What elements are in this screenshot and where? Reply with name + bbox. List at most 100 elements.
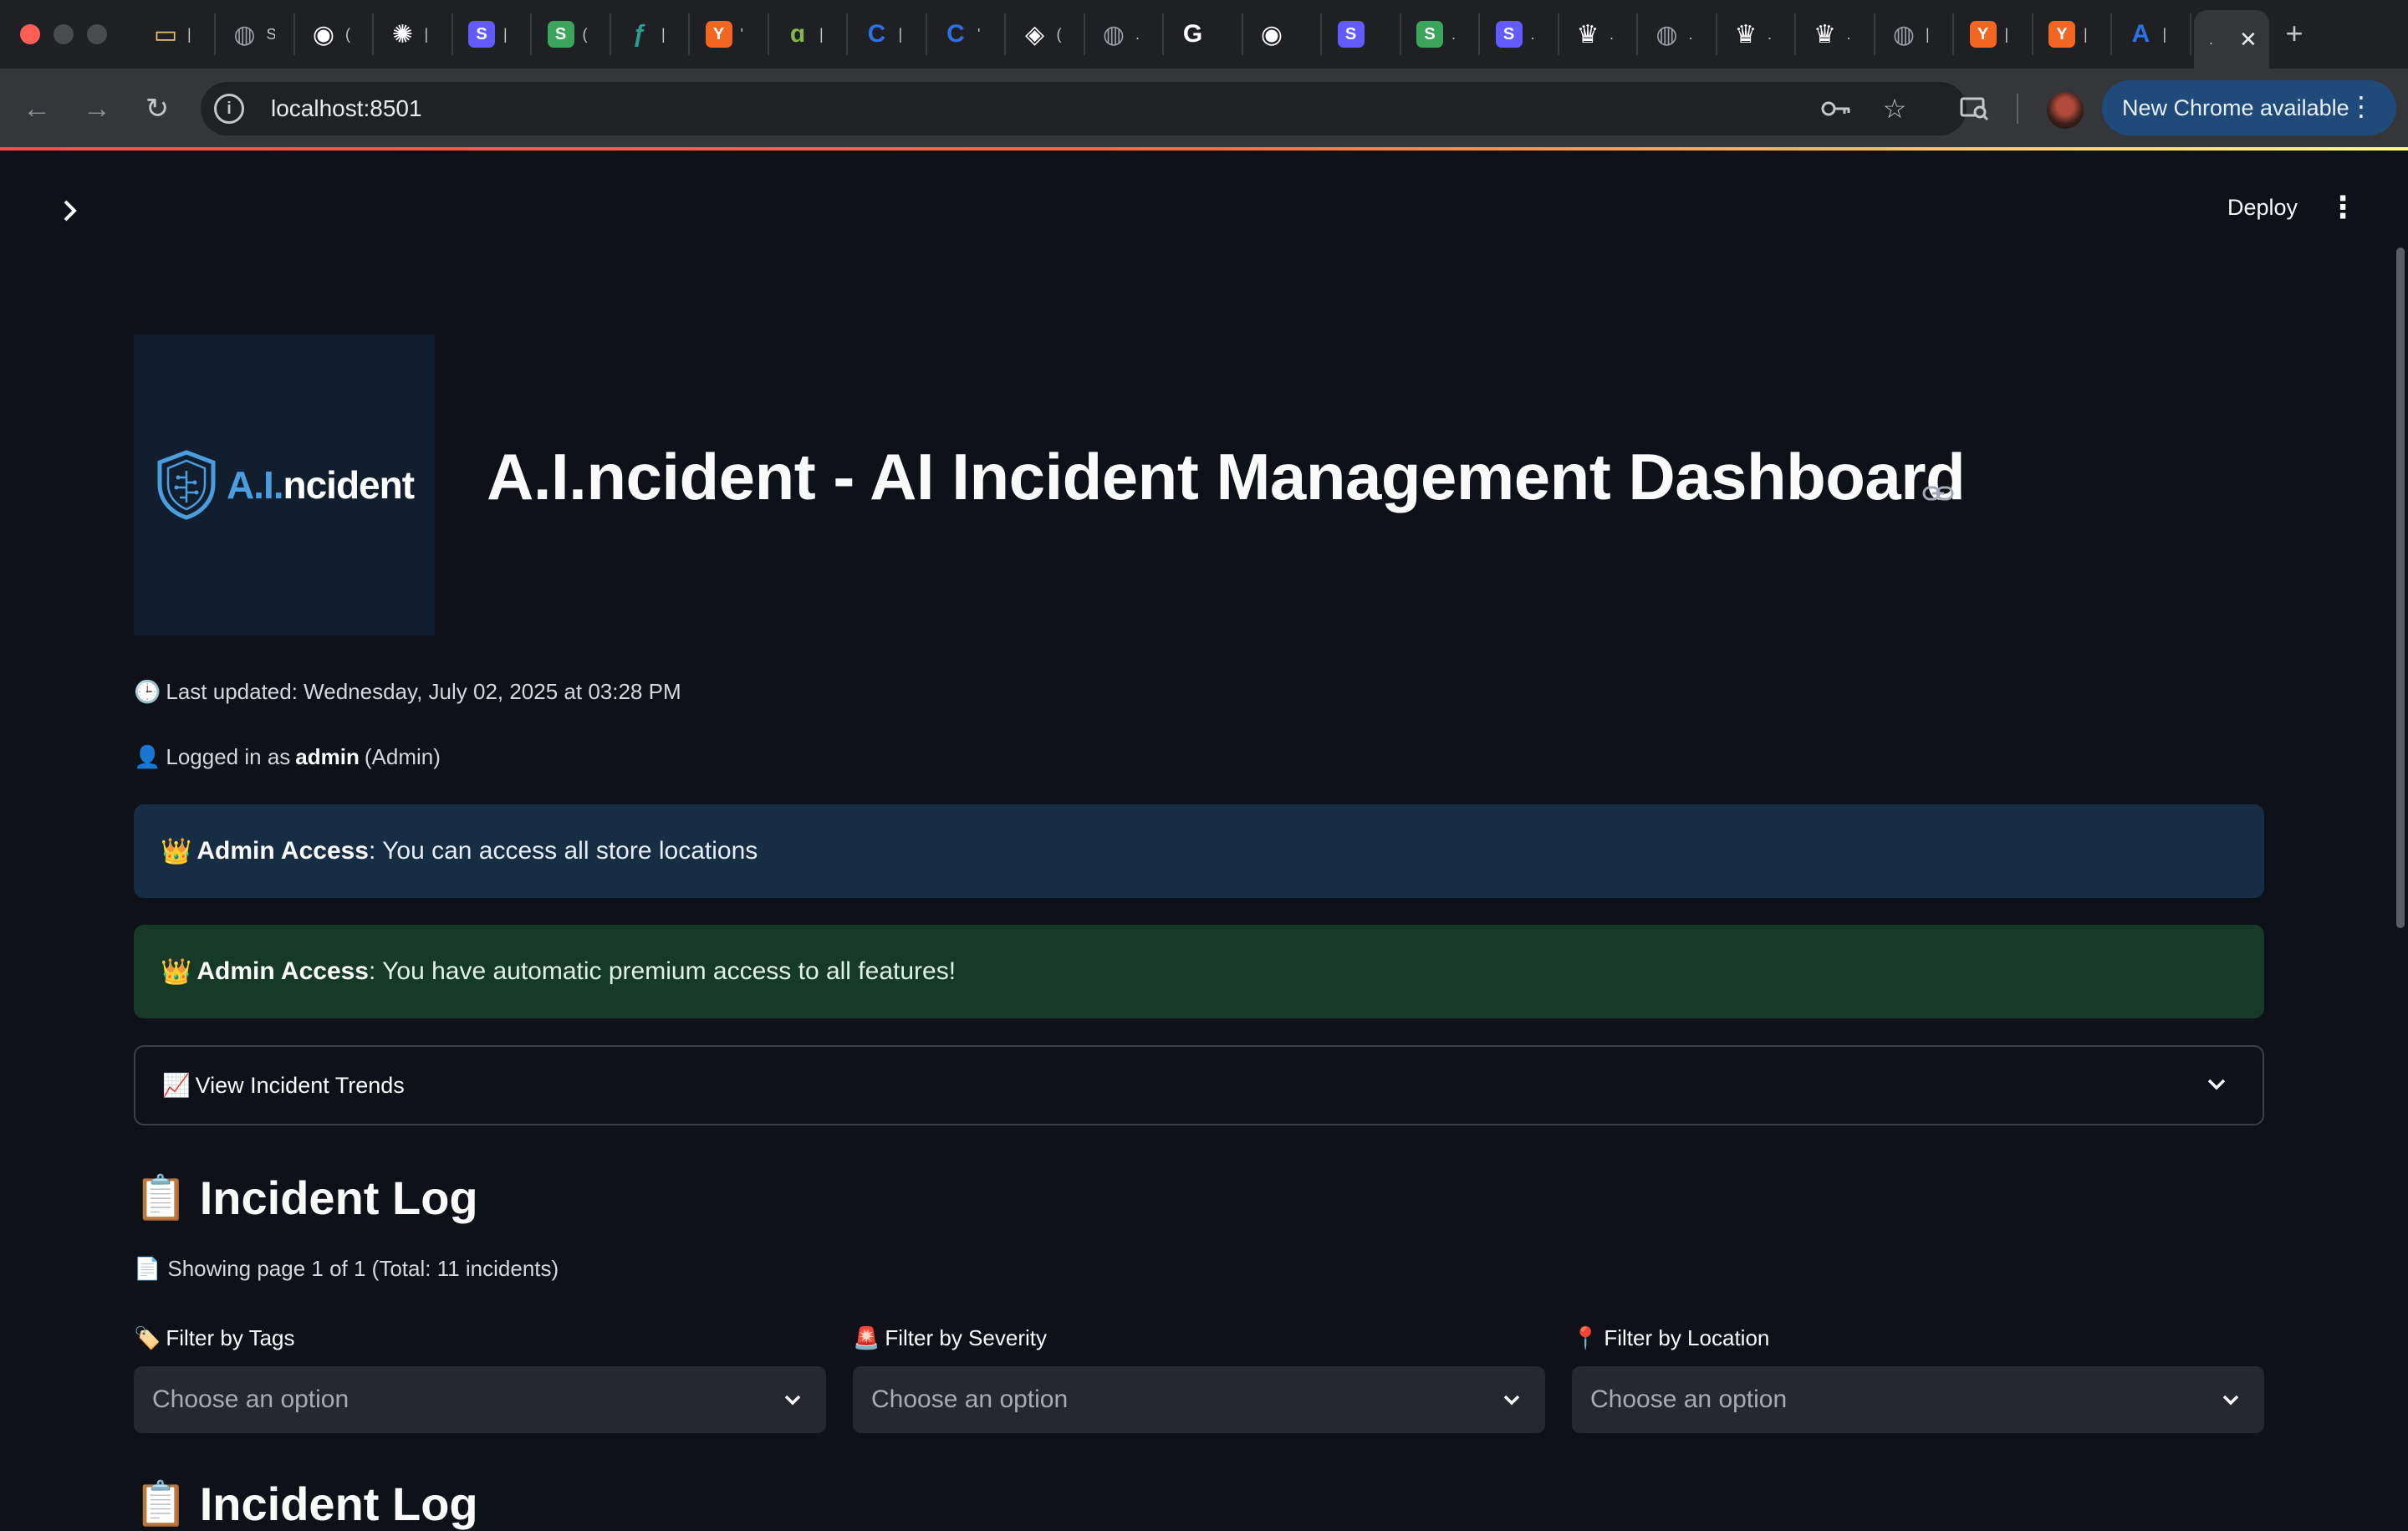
browser-tab-title: . (1530, 25, 1535, 43)
browser-tab[interactable]: ✺ | (375, 13, 453, 55)
feather-icon: ƒ (632, 20, 647, 48)
profile-avatar[interactable] (2047, 92, 2084, 129)
browser-tab[interactable]: ◈( (1007, 13, 1085, 55)
sidebar-expand-icon[interactable] (54, 194, 87, 227)
browser-tab[interactable]: ♛. (1559, 13, 1638, 55)
browser-tab[interactable]: ◍. (1085, 13, 1164, 55)
browser-tab[interactable]: C ' (927, 13, 1006, 55)
openai-icon: ✺ (391, 20, 414, 48)
browser-tab[interactable]: ◍. (1639, 13, 1717, 55)
filter-location-placeholder: Choose an option (1590, 1386, 1788, 1413)
siren-icon: 🚨 (853, 1324, 880, 1350)
chevron-down-icon (2222, 1395, 2239, 1406)
browser-tab-strip: ▭ | ◍ S ◉(✺ | S | S(ƒ | Y ' ɑ | C | C ' ◈(◍. G ◉ S S. S. ♛. ◍. ♛. ♛… (0, 0, 2408, 69)
browser-tab[interactable]: ɑ | (769, 13, 848, 55)
last-updated-line: 🕒 Last updated: Wednesday, July 02, 2025… (134, 679, 681, 705)
new-chrome-available-button[interactable]: New Chrome available ⋮ (2102, 80, 2396, 135)
site-info-icon[interactable]: i (214, 94, 244, 124)
y-combinator-icon: Y (705, 21, 732, 48)
globe-icon: ◍ (233, 20, 256, 48)
browser-tab-title: . (1135, 25, 1140, 43)
minimize-window-button[interactable] (54, 24, 74, 44)
browser-tab-title: ' (740, 25, 743, 43)
github-icon: ◉ (1260, 20, 1283, 48)
browser-tab[interactable]: ◍ | (1875, 13, 1954, 55)
admin-premium-alert: 👑 Admin Access : You have automatic prem… (134, 925, 2264, 1018)
filter-severity-select[interactable]: Choose an option (853, 1366, 1545, 1433)
browser-tab[interactable]: ▭ | (137, 13, 216, 55)
s-brand-purple-icon: S (468, 21, 495, 48)
incident-log-heading-2: 📋 Incident Log (134, 1477, 478, 1531)
new-tab-button[interactable]: + (2278, 17, 2311, 50)
page-scrollbar[interactable] (2396, 248, 2405, 928)
globe-icon: ◍ (1656, 20, 1678, 48)
browser-tab-title: | (1926, 25, 1930, 43)
media-search-icon[interactable] (1955, 89, 1995, 129)
browser-tab[interactable]: ƒ | (611, 13, 690, 55)
browser-tab[interactable]: G (1165, 13, 1243, 55)
admin-info-alert: 👑 Admin Access : You can access all stor… (134, 804, 2264, 898)
browser-tab[interactable]: Y | (1955, 13, 2033, 55)
c-brand-icon: C (867, 20, 886, 48)
deploy-button[interactable]: Deploy (2207, 184, 2318, 231)
s-brand-purple-icon: S (1495, 21, 1523, 48)
browser-tab[interactable]: S (1323, 13, 1401, 55)
filter-location: 📍 Filter by Location Choose an option (1572, 1323, 2264, 1433)
browser-tab[interactable]: S | (453, 13, 532, 55)
alert-success-text: : You have automatic premium access to a… (369, 957, 957, 985)
browser-toolbar: ← → ↻ i localhost:8501 ☆ New Chrome avai… (0, 69, 2408, 149)
logo-rest-text: ncident (283, 463, 416, 507)
filter-tags-select[interactable]: Choose an option (134, 1366, 826, 1433)
filter-location-select[interactable]: Choose an option (1572, 1366, 2264, 1433)
main-menu-kebab-icon[interactable]: ⋮ (2324, 184, 2361, 231)
browser-tab[interactable]: ◉( (295, 13, 374, 55)
browser-tab[interactable]: S. (1481, 13, 1559, 55)
pagination-text: Showing page 1 of 1 (Total: 11 incidents… (167, 1256, 559, 1281)
chrome-menu-icon[interactable]: ⋮ (2348, 90, 2375, 122)
close-tab-icon[interactable]: ✕ (2239, 27, 2258, 53)
browser-tab-title: ( (582, 25, 588, 43)
browser-tab[interactable]: ◍ S (217, 13, 295, 55)
zoom-window-button[interactable] (87, 24, 107, 44)
y-combinator-icon: Y (2048, 21, 2075, 48)
browser-tab[interactable]: Y | (2033, 13, 2112, 55)
browser-tab-title: . (1688, 25, 1693, 43)
url-text[interactable]: localhost:8501 (271, 95, 422, 122)
reload-icon[interactable]: ↻ (135, 87, 179, 130)
address-bar[interactable]: i localhost:8501 ☆ (201, 82, 1967, 135)
back-arrow-icon[interactable]: ← (15, 87, 59, 130)
browser-tab[interactable]: ♛. (1717, 13, 1796, 55)
browser-tab-title: | (898, 25, 903, 43)
browser-tab[interactable]: S( (533, 13, 611, 55)
app-logo: A.I.ncident (134, 334, 435, 635)
crown-icon: ♛ (1814, 20, 1836, 48)
browser-tab-title: ( (345, 25, 350, 43)
password-key-icon[interactable] (1819, 92, 1853, 125)
browser-tab[interactable]: A | (2113, 13, 2191, 55)
browser-tab[interactable]: Y ' (691, 13, 769, 55)
browser-tab[interactable]: ♛. (1797, 13, 1875, 55)
page-title: A.I.ncident - AI Incident Management Das… (487, 440, 1966, 513)
close-window-button[interactable] (20, 24, 40, 44)
incident-trends-expander[interactable]: 📈 View Incident Trends (134, 1045, 2264, 1125)
browser-tab-title: | (2004, 25, 2009, 43)
bookmark-star-icon[interactable]: ☆ (1878, 92, 1911, 125)
clipboard-icon: 📋 (134, 1174, 188, 1222)
forward-arrow-icon[interactable]: → (75, 87, 119, 130)
browser-tab-title: | (2162, 25, 2167, 43)
s-brand-green-icon: S (547, 21, 574, 48)
browser-tab-title: . (1768, 25, 1773, 43)
anchor-link-icon[interactable] (1921, 478, 1958, 508)
browser-tab[interactable]: S. (1401, 13, 1480, 55)
logged-in-line: 👤 Logged in as admin (Admin) (134, 744, 441, 770)
github-icon: ◉ (312, 20, 335, 48)
browser-tab-title: | (819, 25, 824, 43)
browser-tab-title: | (2084, 25, 2088, 43)
browser-tab[interactable]: C | (849, 13, 927, 55)
active-tab[interactable]: . ✕ (2194, 10, 2269, 69)
globe-icon: ◍ (1102, 20, 1125, 48)
credit-card-icon: ▭ (153, 20, 178, 48)
alert-success-bold: Admin Access (196, 957, 369, 985)
incident-log-title-2: Incident Log (199, 1477, 478, 1530)
browser-tab[interactable]: ◉ (1243, 13, 1322, 55)
